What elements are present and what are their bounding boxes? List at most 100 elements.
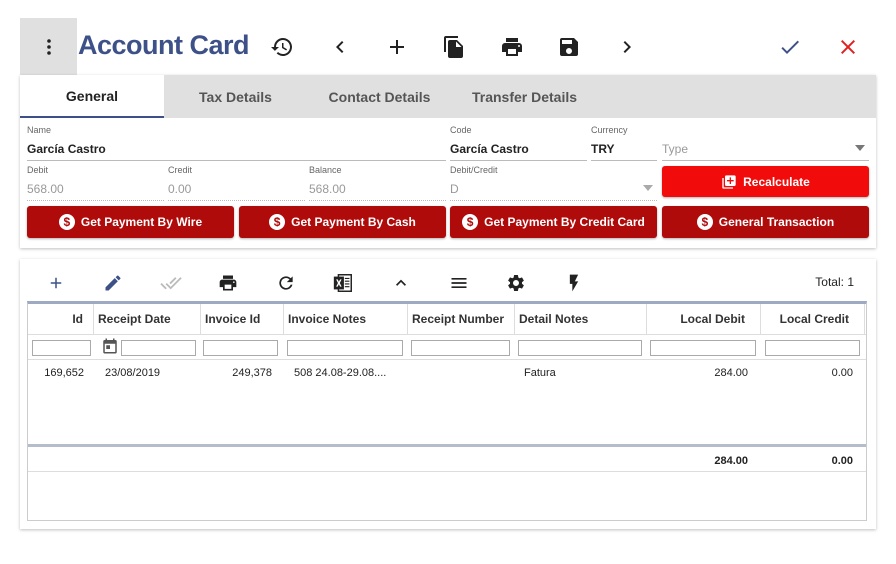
previous-button[interactable]: [328, 35, 352, 59]
filter-receipt-number[interactable]: [411, 340, 510, 356]
tab-general[interactable]: General: [20, 75, 164, 118]
pencil-icon: [105, 275, 121, 291]
col-header-local-credit[interactable]: Local Credit: [761, 304, 865, 334]
dollar-icon: $: [58, 214, 75, 230]
cell-local-debit: 284.00: [714, 367, 748, 379]
calendar-icon[interactable]: [101, 337, 119, 355]
copy-button[interactable]: [442, 35, 466, 59]
filter-id[interactable]: [32, 340, 91, 356]
print-button[interactable]: [500, 35, 524, 59]
total-local-debit: 284.00: [714, 455, 748, 467]
currency-field[interactable]: TRY: [591, 142, 615, 156]
menu-icon: [451, 278, 467, 288]
col-header-receipt-date[interactable]: Receipt Date: [94, 304, 201, 334]
grid-excel-button[interactable]: [331, 271, 355, 295]
tab-tax-details[interactable]: Tax Details: [164, 75, 307, 118]
table-row[interactable]: 169,652 23/08/2019 249,378 508 24.08-29.…: [28, 360, 866, 382]
get-payment-credit-card-button[interactable]: $ Get Payment By Credit Card: [450, 206, 657, 238]
summary-divider: [28, 444, 866, 447]
col-header-local-debit[interactable]: Local Debit: [647, 304, 761, 334]
gear-icon: [508, 274, 524, 292]
cell-invoice-id: 249,378: [232, 367, 272, 379]
recalculate-button[interactable]: Recalculate: [662, 166, 869, 197]
type-select[interactable]: Type: [662, 142, 688, 156]
check-icon: [781, 40, 799, 54]
chevron-right-icon: [623, 41, 631, 53]
confirm-button[interactable]: [778, 35, 802, 59]
chevron-up-icon: [396, 279, 406, 286]
copy-icon: [444, 36, 463, 58]
name-underline: [27, 160, 446, 161]
balance-label: Balance: [309, 165, 342, 175]
cell-detail-notes: Fatura: [524, 367, 556, 379]
cell-local-credit: 0.00: [831, 367, 853, 379]
name-field[interactable]: García Castro: [27, 142, 106, 156]
debit-credit-dropdown-icon: [643, 185, 653, 191]
refresh-icon: [279, 276, 293, 290]
grid-approve-button[interactable]: [159, 271, 183, 295]
footer-divider: [28, 471, 866, 472]
menu-button[interactable]: [20, 18, 77, 75]
credit-value: 0.00: [168, 182, 192, 196]
type-underline: [662, 160, 869, 161]
filter-invoice-notes[interactable]: [287, 340, 403, 356]
credit-underline: [168, 200, 305, 201]
excel-icon: [333, 274, 352, 292]
filter-receipt-date[interactable]: [121, 340, 196, 356]
dollar-icon: $: [696, 214, 713, 230]
grid-add-button[interactable]: [44, 271, 68, 295]
tab-bar: General Tax Details Contact Details Tran…: [20, 75, 876, 118]
get-payment-cash-button[interactable]: $ Get Payment By Cash: [239, 206, 446, 238]
get-payment-credit-card-label: Get Payment By Credit Card: [484, 215, 645, 229]
cancel-button[interactable]: [836, 35, 860, 59]
history-button[interactable]: [270, 35, 294, 59]
grid-menu-button[interactable]: [447, 271, 471, 295]
code-underline: [450, 160, 587, 161]
total-local-credit: 0.00: [831, 455, 853, 467]
close-icon: [841, 40, 855, 54]
tab-contact-details[interactable]: Contact Details: [307, 75, 452, 118]
plus-icon: [50, 277, 62, 289]
filter-invoice-id[interactable]: [203, 340, 278, 356]
grid-collapse-button[interactable]: [389, 271, 413, 295]
get-payment-wire-label: Get Payment By Wire: [80, 215, 203, 229]
grid-quick-action-button[interactable]: [562, 271, 586, 295]
tab-transfer-details[interactable]: Transfer Details: [452, 75, 597, 118]
cell-invoice-notes: 508 24.08-29.08....: [294, 367, 387, 379]
grid-edit-button[interactable]: [101, 271, 125, 295]
name-label: Name: [27, 125, 52, 135]
cell-receipt-date: 23/08/2019: [105, 367, 161, 379]
receipts-grid-card: Total: 1 Id Receipt Date Invoice Id Invo…: [20, 259, 876, 529]
save-button[interactable]: [557, 35, 581, 59]
grid-settings-button[interactable]: [504, 271, 528, 295]
debit-label: Debit: [27, 165, 49, 175]
balance-value: 568.00: [309, 182, 346, 196]
col-header-invoice-id[interactable]: Invoice Id: [201, 304, 284, 334]
get-payment-wire-button[interactable]: $ Get Payment By Wire: [27, 206, 234, 238]
grid-print-button[interactable]: [216, 271, 240, 295]
add-button[interactable]: [385, 35, 409, 59]
currency-label: Currency: [591, 125, 628, 135]
col-header-id[interactable]: Id: [28, 304, 94, 334]
code-label: Code: [450, 125, 472, 135]
filter-local-credit[interactable]: [765, 340, 860, 356]
filter-detail-notes[interactable]: [518, 340, 642, 356]
col-header-invoice-notes[interactable]: Invoice Notes: [284, 304, 408, 334]
grid-refresh-button[interactable]: [274, 271, 298, 295]
debit-underline: [27, 200, 164, 201]
col-header-detail-notes[interactable]: Detail Notes: [515, 304, 647, 334]
dollar-icon: $: [269, 214, 286, 230]
debit-credit-select: D: [450, 182, 459, 196]
filter-local-debit[interactable]: [650, 340, 756, 356]
header-divider: [28, 334, 866, 335]
credit-label: Credit: [168, 165, 193, 175]
type-dropdown-icon[interactable]: [855, 145, 865, 151]
history-icon: [271, 38, 292, 56]
next-button[interactable]: [615, 35, 639, 59]
bolt-icon: [569, 274, 579, 292]
col-header-receipt-number[interactable]: Receipt Number: [408, 304, 515, 334]
code-field[interactable]: García Castro: [450, 142, 529, 156]
general-transaction-button[interactable]: $ General Transaction: [662, 206, 869, 238]
dollar-icon: $: [462, 214, 479, 230]
account-form-card: General Tax Details Contact Details Tran…: [20, 75, 876, 248]
